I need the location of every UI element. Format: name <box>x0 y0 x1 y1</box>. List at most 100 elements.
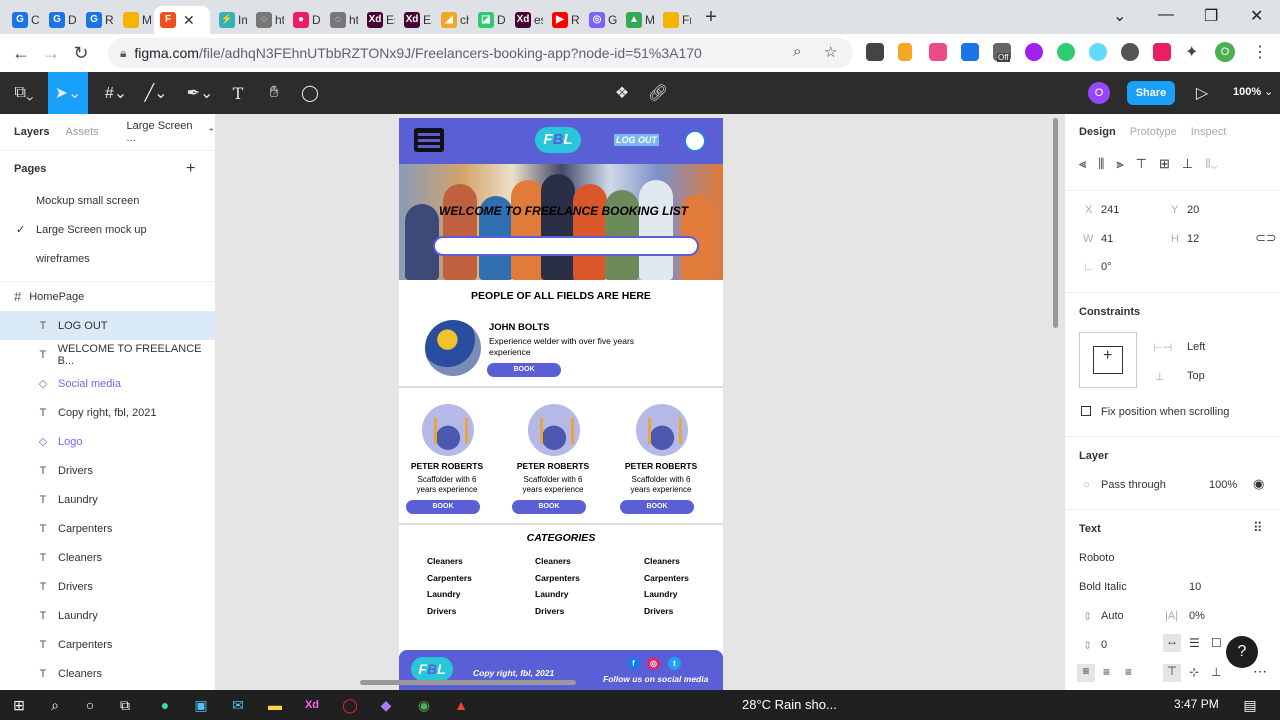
category-link[interactable]: Carpenters <box>644 573 689 583</box>
main-menu-icon[interactable]: ⧉⌄ <box>4 72 44 114</box>
file-explorer-icon[interactable]: ▬ <box>265 695 285 715</box>
browser-tab[interactable]: ●De <box>287 6 321 34</box>
move-tool-icon[interactable]: ➤⌄ <box>48 72 88 114</box>
browser-tab[interactable]: ◎Ge <box>583 6 617 34</box>
chrome-icon[interactable]: ◉ <box>414 695 434 715</box>
browser-tab[interactable]: GRe <box>80 6 114 34</box>
layer-item[interactable]: ◇ Social media <box>0 369 215 398</box>
page-item[interactable]: wireframes <box>0 244 215 273</box>
store-icon[interactable]: ▣ <box>191 695 211 715</box>
distribute-icon[interactable]: ⫴⌄ <box>1205 156 1217 172</box>
category-link[interactable]: Carpenters <box>535 573 580 583</box>
align-top-icon[interactable]: ⊤ <box>1136 156 1147 172</box>
react-devtools-icon[interactable] <box>1089 43 1107 61</box>
rotation-field[interactable]: 0° <box>1101 261 1112 273</box>
layer-item[interactable]: T LOG OUT <box>0 311 215 340</box>
horizontal-constraint-select[interactable]: Left <box>1187 341 1205 353</box>
extension-grid-icon[interactable] <box>866 43 884 61</box>
browser-tab[interactable]: XdEst <box>361 6 395 34</box>
zoom-level[interactable]: 100% <box>1233 86 1261 98</box>
comment-tool-icon[interactable]: ◯ <box>290 72 330 114</box>
help-button[interactable]: ? <box>1226 636 1258 668</box>
browser-tab[interactable]: GDe <box>43 6 77 34</box>
twitter-icon[interactable]: t <box>668 657 681 670</box>
close-tab-icon[interactable]: ✕ <box>183 12 195 29</box>
present-icon[interactable]: ▷ <box>1182 72 1222 114</box>
component-icon[interactable]: ❖ <box>602 72 642 114</box>
category-link[interactable]: Cleaners <box>427 556 463 566</box>
extension-off-icon[interactable]: Off <box>993 43 1011 62</box>
x-field[interactable]: 241 <box>1101 204 1119 216</box>
pen-tool-icon[interactable]: ✒⌄ <box>180 72 220 114</box>
width-field[interactable]: 41 <box>1101 233 1113 245</box>
current-page-selector[interactable]: Large Screen ... <box>127 120 202 144</box>
clock[interactable]: 3:47 PM <box>1174 697 1219 711</box>
browser-tab[interactable]: ⚡ Im <box>213 6 247 34</box>
letter-spacing-field[interactable]: 0% <box>1189 610 1205 622</box>
category-link[interactable]: Laundry <box>644 589 678 599</box>
profile-avatar[interactable]: O <box>1215 42 1235 62</box>
extension-green-icon[interactable] <box>1057 43 1075 61</box>
hamburger-menu-icon[interactable] <box>414 128 444 152</box>
new-tab-icon[interactable]: + <box>697 6 725 29</box>
browser-tab[interactable]: ▲My <box>620 6 654 34</box>
edge-icon[interactable]: ● <box>155 695 175 715</box>
link-icon[interactable]: 🔗︎ <box>638 72 678 114</box>
auto-height-icon[interactable]: ☰ <box>1189 636 1200 650</box>
align-right-icon[interactable]: ⫸ <box>1116 156 1123 172</box>
text-align-center-icon[interactable]: ≡ <box>1103 665 1110 679</box>
browser-menu-icon[interactable]: ⋮ <box>1252 42 1268 62</box>
extension-purple-icon[interactable] <box>1025 43 1043 61</box>
hand-tool-icon[interactable]: ✋︎ <box>254 72 294 114</box>
extension-pink-icon[interactable] <box>929 43 947 61</box>
user-icon[interactable] <box>684 130 706 152</box>
visibility-eye-icon[interactable]: ◉ <box>1253 476 1264 492</box>
browser-tab[interactable]: Me <box>117 6 151 34</box>
text-align-left-icon[interactable]: ≡ <box>1077 664 1095 682</box>
horizontal-scrollbar[interactable] <box>360 680 576 685</box>
featured-book-button[interactable]: BOOK <box>487 363 561 377</box>
auto-width-icon[interactable]: ↔ <box>1163 634 1181 652</box>
facebook-icon[interactable]: f <box>627 657 640 670</box>
align-top-text-icon[interactable]: ⊤ <box>1163 664 1181 682</box>
acrobat-icon[interactable]: ▲ <box>451 695 471 715</box>
restore-icon[interactable]: ❐ <box>1204 6 1218 26</box>
weather-widget[interactable]: 28°C Rain sho... <box>742 697 837 712</box>
tab-prototype[interactable]: Prototype <box>1130 126 1177 138</box>
mail-icon[interactable]: ✉︎ <box>228 695 248 715</box>
font-family-select[interactable]: Roboto <box>1079 552 1114 564</box>
browser-tab[interactable]: ◌htt <box>250 6 284 34</box>
category-link[interactable]: Laundry <box>427 589 461 599</box>
tab-assets[interactable]: Assets <box>65 126 98 138</box>
browser-tab[interactable]: F ✕ <box>154 6 210 34</box>
minimize-icon[interactable]: — <box>1158 6 1174 24</box>
url-field[interactable]: 🔒︎ figma.com /file/adhqN3FEhnUTbbRZTONx9… <box>108 38 853 68</box>
windows-start-icon[interactable]: ⊞ <box>9 695 29 715</box>
homepage-frame[interactable]: FBL LOG OUT WELCOME TO FREELANCE BOOKING… <box>399 118 723 690</box>
vertical-constraint-select[interactable]: Top <box>1187 370 1205 382</box>
cortana-icon[interactable]: ○ <box>80 695 100 715</box>
layer-opacity-field[interactable]: 100% <box>1209 479 1237 491</box>
category-link[interactable]: Drivers <box>535 606 564 616</box>
notification-icon[interactable]: ▤ <box>1240 695 1260 715</box>
layer-item[interactable]: T Cleaners <box>0 659 215 688</box>
browser-tab[interactable]: ◢cha <box>435 6 469 34</box>
extension-color-icon[interactable] <box>1153 43 1171 61</box>
align-middle-icon[interactable]: ⊞ <box>1159 156 1170 172</box>
layer-item[interactable]: T WELCOME TO FREELANCE B... <box>0 340 215 369</box>
vertical-scrollbar[interactable] <box>1053 118 1058 328</box>
hero-search-input[interactable] <box>433 236 699 256</box>
layer-item[interactable]: T Laundry <box>0 485 215 514</box>
canvas[interactable]: FBL LOG OUT WELCOME TO FREELANCE BOOKING… <box>216 114 1064 690</box>
freelancer-book-button[interactable]: BOOK <box>620 500 694 514</box>
footer-logo[interactable]: FBL <box>411 657 453 681</box>
shape-tool-icon[interactable]: ╱⌄ <box>136 72 176 114</box>
layer-item[interactable]: T Drivers <box>0 456 215 485</box>
task-view-icon[interactable]: ⧉ <box>115 695 135 715</box>
forward-icon[interactable]: → <box>36 43 66 64</box>
tab-design[interactable]: Design <box>1079 126 1116 138</box>
frame-layer[interactable]: # HomePage <box>0 281 215 311</box>
layer-item[interactable]: T Drivers <box>0 572 215 601</box>
text-styles-icon[interactable]: ⠿ <box>1253 520 1263 536</box>
align-bottom-text-icon[interactable]: ⊥ <box>1211 665 1221 679</box>
